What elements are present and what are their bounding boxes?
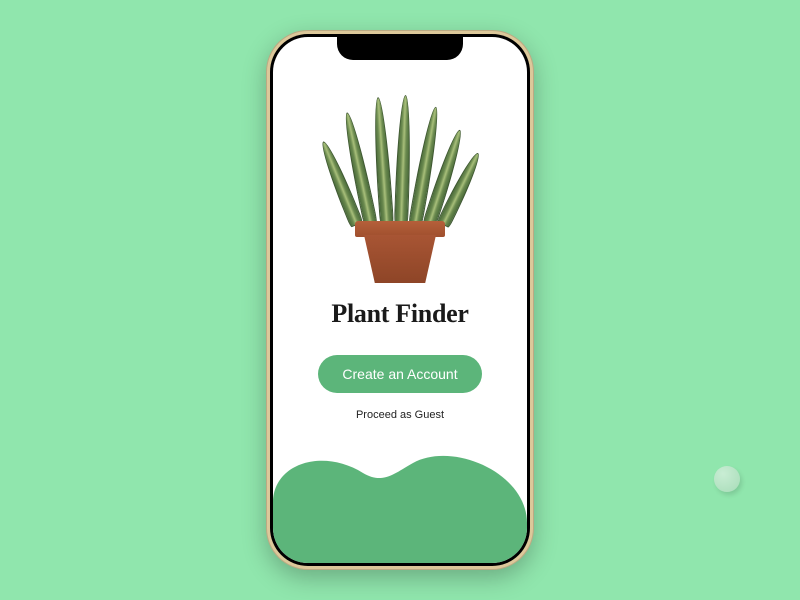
decorative-dot	[714, 466, 740, 492]
app-title: Plant Finder	[331, 299, 468, 329]
proceed-as-guest-link[interactable]: Proceed as Guest	[356, 409, 444, 421]
phone-bezel: Plant Finder Create an Account Proceed a…	[270, 34, 530, 566]
phone-device-frame: Plant Finder Create an Account Proceed a…	[266, 30, 534, 570]
plant-leaves-icon	[340, 95, 460, 225]
decorative-wave-shape	[273, 443, 527, 563]
create-account-button[interactable]: Create an Account	[318, 355, 481, 393]
plant-pot-icon	[355, 221, 445, 283]
app-screen: Plant Finder Create an Account Proceed a…	[273, 37, 527, 563]
hero-plant-illustration	[330, 93, 470, 283]
phone-notch	[337, 34, 463, 60]
